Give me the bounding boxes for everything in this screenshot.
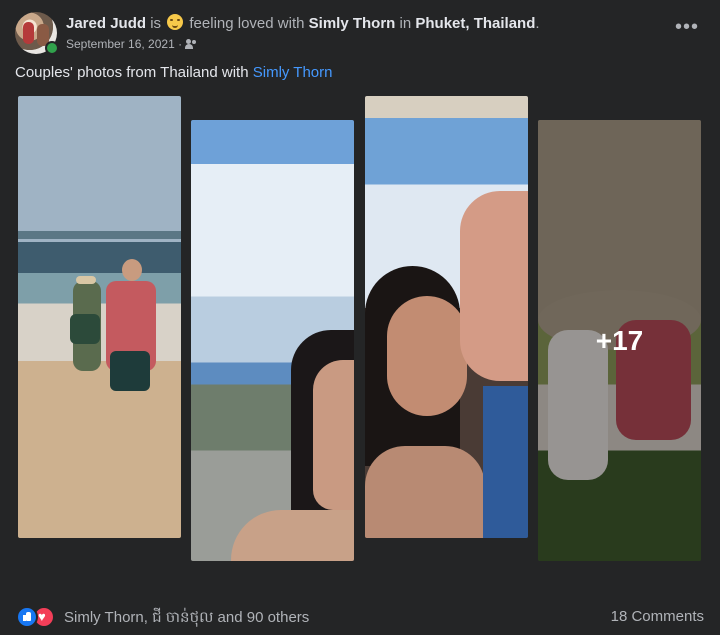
man-shorts <box>110 351 150 391</box>
photo-beach-walk[interactable] <box>18 96 181 538</box>
title-period: . <box>535 15 540 32</box>
in-text: in <box>399 15 412 32</box>
post-date-link[interactable]: September 16, 2021 <box>66 37 175 51</box>
like-reaction-icon[interactable] <box>16 606 38 628</box>
photo-viewpoint-selfie[interactable] <box>191 120 354 561</box>
smiling-face-icon <box>167 14 184 30</box>
woman-face <box>387 296 467 416</box>
more-options-icon[interactable]: ••• <box>673 17 701 40</box>
location-link[interactable]: Phuket, Thailand <box>415 15 535 32</box>
reactions-summary[interactable]: Simly Thorn, ជី ចាន់ថុល and 90 others <box>64 608 309 630</box>
post-header: Jared Judd is feeling loved with Simly T… <box>15 12 705 56</box>
man-shirt <box>483 386 528 538</box>
post-meta: September 16, 2021 · <box>66 37 197 51</box>
is-text: is <box>150 15 162 32</box>
tagged-person-link[interactable]: Simly Thorn <box>309 15 396 32</box>
post-footer: Simly Thorn, ជី ចាន់ថុល and 90 others 18… <box>16 605 706 629</box>
caption-text: Couples' photos from Thailand with <box>15 64 249 81</box>
comments-count[interactable]: 18 Comments <box>611 608 704 625</box>
man-head <box>122 259 142 281</box>
online-status-dot <box>45 41 59 55</box>
friends-icon[interactable] <box>185 39 197 49</box>
post-caption: Couples' photos from Thailand with Simly… <box>15 64 332 81</box>
woman-shoulder <box>365 446 485 538</box>
meta-separator: · <box>178 37 183 51</box>
woman-hat <box>76 276 96 284</box>
photo-couple-selfie[interactable] <box>365 96 528 538</box>
feeling-text: feeling loved with <box>189 15 305 32</box>
caption-tag-link[interactable]: Simly Thorn <box>253 64 333 81</box>
photo-swing-chair[interactable]: +17 <box>538 120 701 561</box>
sea-horizon <box>18 231 181 239</box>
woman-top <box>70 314 100 344</box>
man-face <box>460 191 528 381</box>
post-title-line: Jared Judd is feeling loved with Simly T… <box>66 14 540 32</box>
more-photos-count[interactable]: +17 <box>538 325 701 357</box>
author-name-link[interactable]: Jared Judd <box>66 15 146 32</box>
shoulder-shape <box>231 510 354 561</box>
face-shape <box>313 360 354 510</box>
